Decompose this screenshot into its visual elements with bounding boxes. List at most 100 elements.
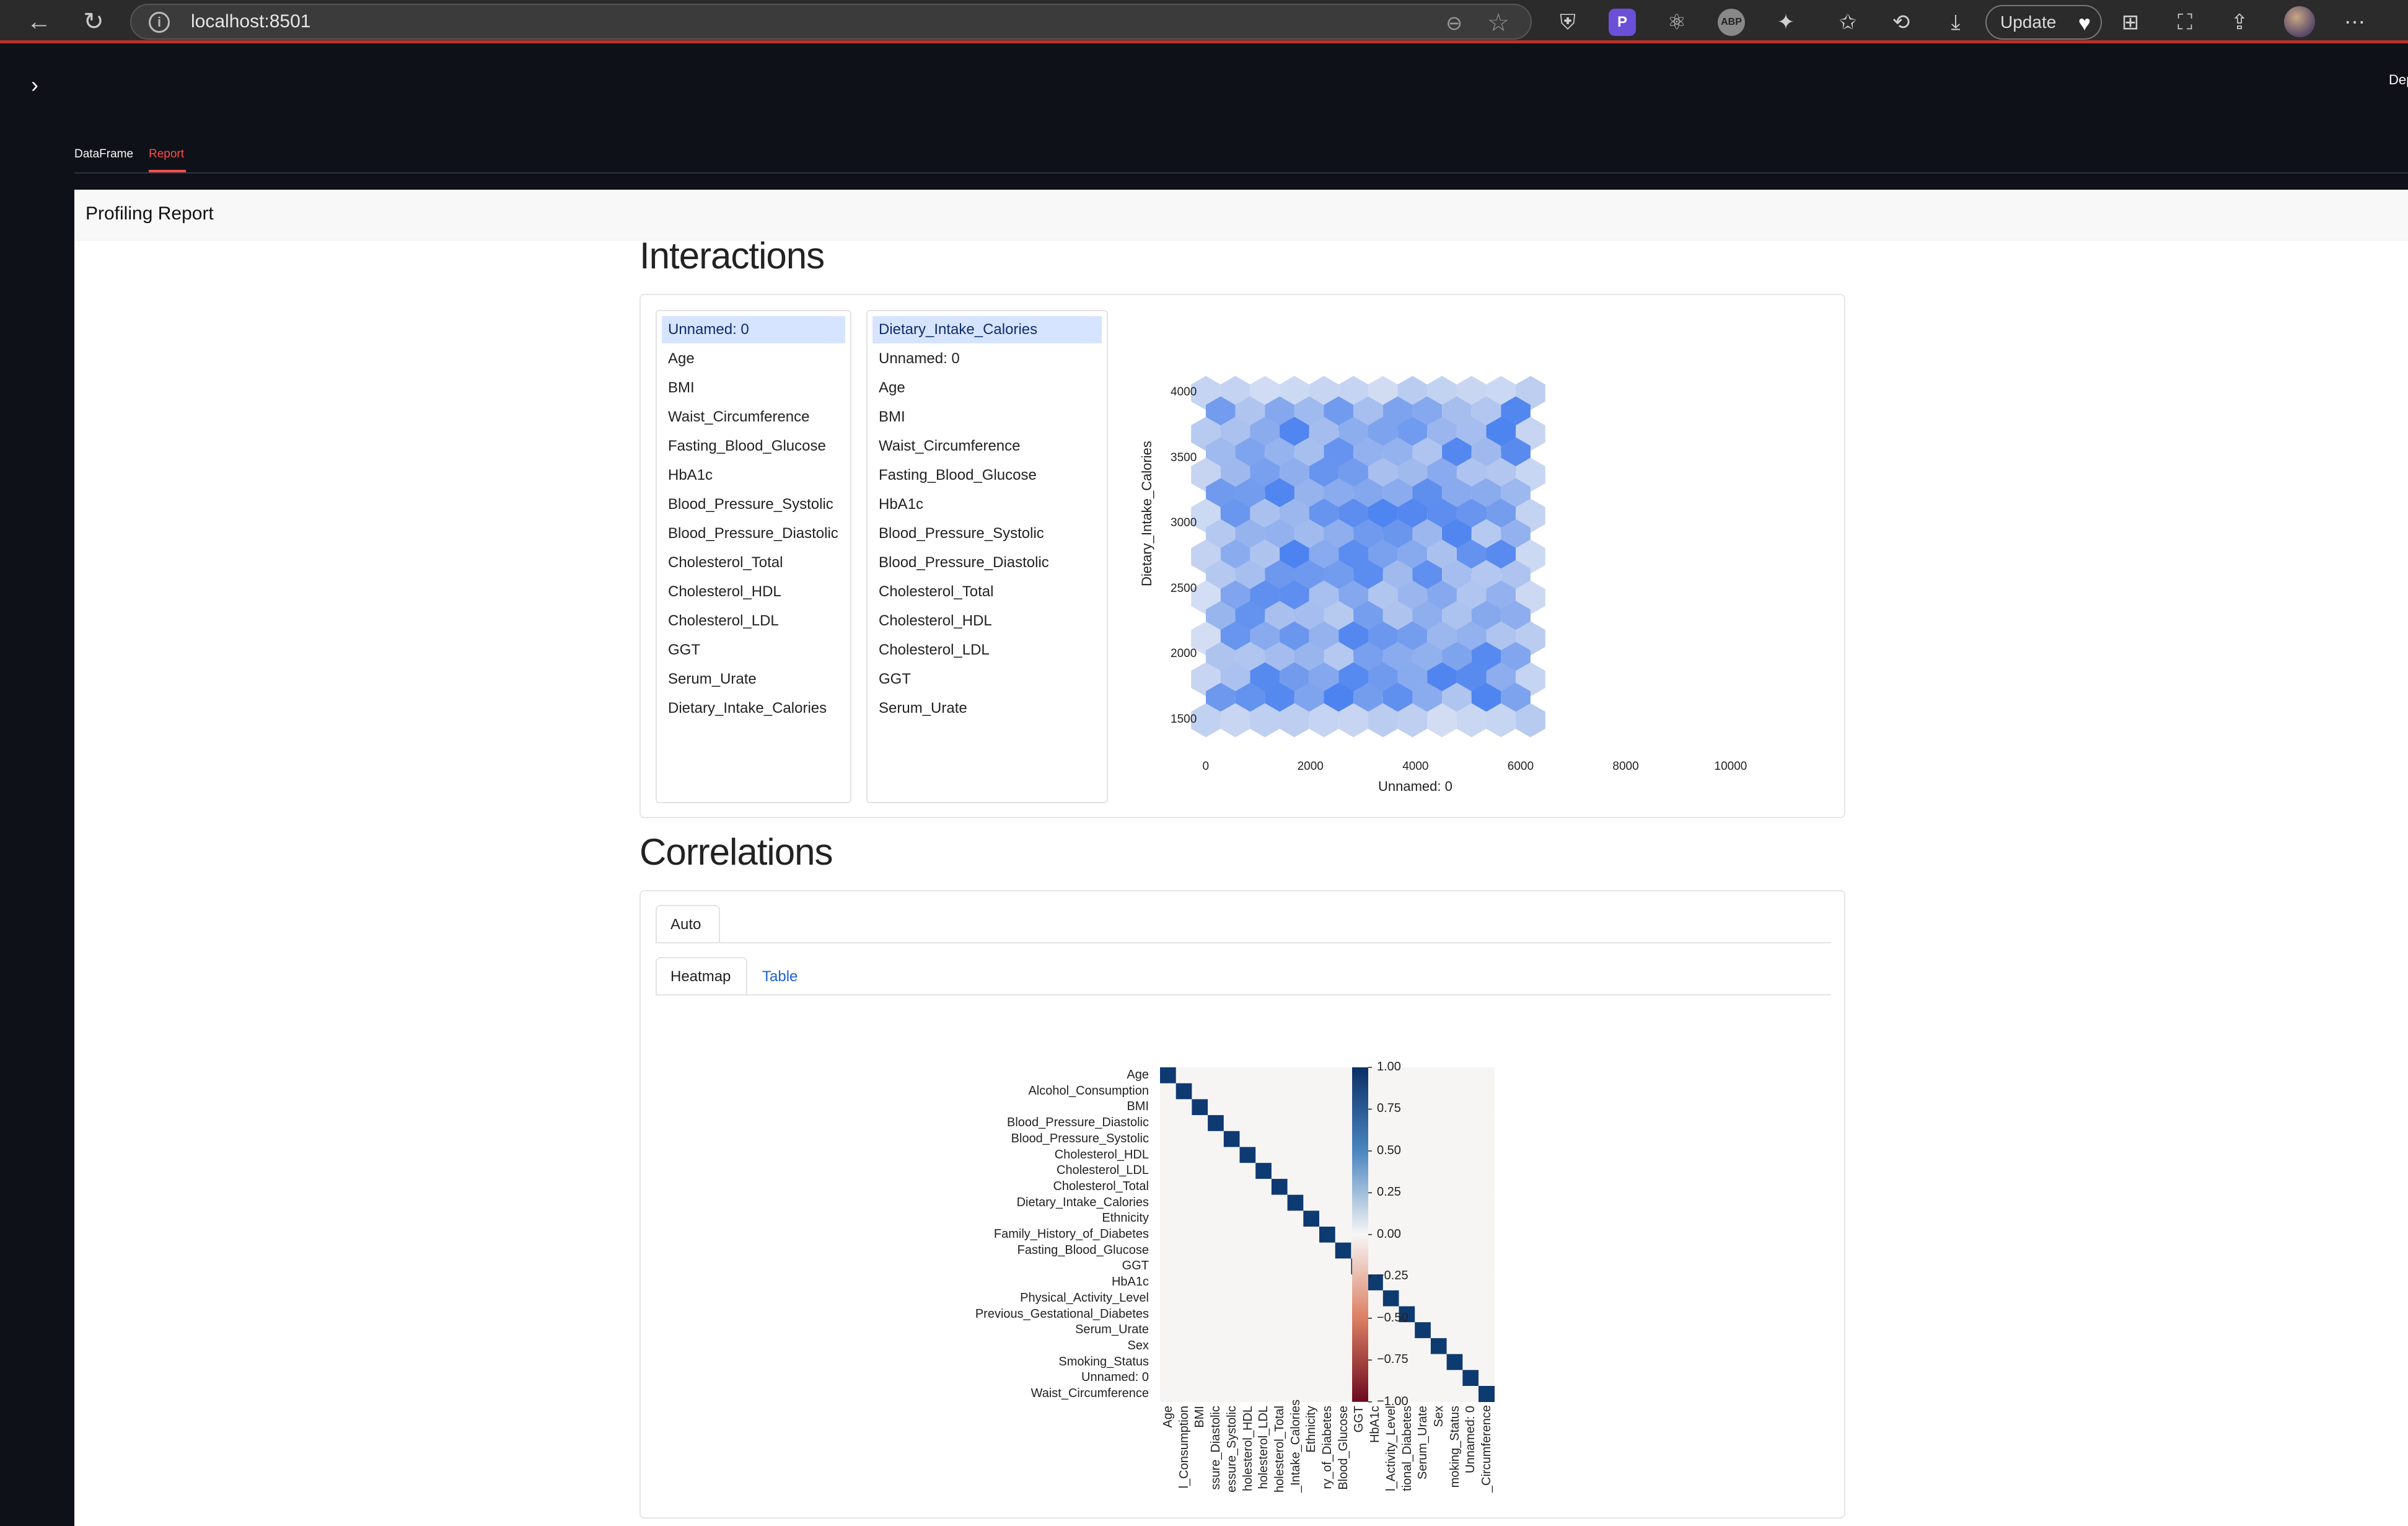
- heatmap-cell: [1479, 1083, 1495, 1100]
- zoom-out-icon[interactable]: ⊖: [1446, 11, 1462, 35]
- x-variable-option[interactable]: BMI: [662, 374, 845, 402]
- x-variable-option[interactable]: GGT: [662, 637, 845, 664]
- x-variable-option[interactable]: Cholesterol_LDL: [662, 607, 845, 635]
- y-variable-option[interactable]: Blood_Pressure_Systolic: [872, 520, 1102, 547]
- p-extension-icon[interactable]: P: [1609, 9, 1636, 36]
- heatmap-cell: [1446, 1194, 1463, 1211]
- x-variable-option[interactable]: Serum_Urate: [662, 666, 845, 693]
- heatmap-cell: [1271, 1178, 1288, 1195]
- heatmap-cell: [1319, 1274, 1335, 1291]
- heatmap-cell: [1319, 1067, 1335, 1083]
- address-bar[interactable]: i localhost:8501 ⊖ ☆: [130, 4, 1532, 40]
- shield-extension-icon[interactable]: ⛨: [1554, 9, 1581, 36]
- heatmap-cell: [1223, 1338, 1240, 1354]
- heatmap-column-label: Unnamed: 0: [1464, 1405, 1478, 1473]
- y-variable-option[interactable]: Unnamed: 0: [872, 345, 1102, 373]
- heatmap-cell: [1160, 1163, 1176, 1180]
- site-info-icon[interactable]: i: [149, 12, 170, 33]
- x-variable-option[interactable]: Blood_Pressure_Systolic: [662, 491, 845, 518]
- heatmap-row-label: Blood_Pressure_Diastolic: [1006, 1116, 1149, 1130]
- y-variable-option[interactable]: GGT: [872, 666, 1102, 693]
- screenshot-icon[interactable]: ⛶: [2171, 9, 2199, 36]
- x-variable-option[interactable]: Waist_Circumference: [662, 404, 845, 431]
- extensions-puzzle-icon[interactable]: ✦: [1772, 9, 1799, 36]
- heatmap-cell: [1175, 1322, 1192, 1339]
- heatmap-cell: [1319, 1115, 1335, 1132]
- colorbar-tick-label: 0.25: [1377, 1185, 1401, 1199]
- x-variable-option[interactable]: Age: [662, 345, 845, 373]
- heatmap-row-label: HbA1c: [1111, 1275, 1149, 1289]
- y-variable-option[interactable]: BMI: [872, 404, 1102, 431]
- sidebar-expand-chevron-icon[interactable]: ›: [31, 72, 38, 98]
- download-icon[interactable]: ⤓: [1942, 9, 1969, 36]
- heatmap-column-label: HbA1c: [1368, 1405, 1382, 1443]
- collections-icon[interactable]: ⊞: [2117, 9, 2144, 36]
- heatmap-cell: [1192, 1338, 1208, 1354]
- y-variable-option[interactable]: Serum_Urate: [872, 695, 1102, 722]
- x-variable-option[interactable]: Blood_Pressure_Diastolic: [662, 520, 845, 547]
- report-brand[interactable]: Profiling Report: [86, 203, 214, 224]
- tab-heatmap[interactable]: Heatmap: [670, 968, 731, 986]
- heatmap-cell: [1303, 1354, 1320, 1370]
- heatmap-cell: [1239, 1131, 1256, 1147]
- hexbin-x-tick: 2000: [1297, 760, 1324, 773]
- react-devtools-icon[interactable]: ⚛: [1663, 9, 1690, 36]
- colorbar-tick-label: −0.25: [1377, 1269, 1408, 1283]
- heatmap-cell: [1255, 1178, 1272, 1195]
- y-variable-option[interactable]: Age: [872, 374, 1102, 402]
- y-variable-option[interactable]: HbA1c: [872, 491, 1102, 518]
- heatmap-cell: [1192, 1147, 1208, 1163]
- share-icon[interactable]: ⇪: [2226, 9, 2253, 36]
- reload-icon[interactable]: ↻: [78, 6, 109, 37]
- heatmap-cell: [1175, 1370, 1192, 1387]
- update-button[interactable]: Update ♥: [1985, 5, 2102, 40]
- y-variable-option[interactable]: Blood_Pressure_Diastolic: [872, 549, 1102, 576]
- tab-auto[interactable]: Auto: [670, 916, 701, 933]
- tab-report[interactable]: Report: [149, 148, 184, 161]
- favorite-star-icon[interactable]: ☆: [1487, 9, 1509, 37]
- x-variable-option[interactable]: Cholesterol_HDL: [662, 578, 845, 606]
- heatmap-cell: [1335, 1131, 1351, 1147]
- x-variable-option[interactable]: Unnamed: 0: [662, 316, 845, 343]
- heatmap-cell: [1430, 1386, 1447, 1402]
- profile-avatar[interactable]: [2284, 6, 2315, 37]
- heatmap-cell: [1446, 1227, 1463, 1243]
- y-variable-option[interactable]: Waist_Circumference: [872, 433, 1102, 460]
- heatmap-cell: [1415, 1147, 1431, 1163]
- y-variable-option[interactable]: Cholesterol_Total: [872, 578, 1102, 606]
- y-variable-list[interactable]: Dietary_Intake_Calories Unnamed: 0 Age BMI W…: [866, 310, 1108, 803]
- y-variable-option[interactable]: Cholesterol_HDL: [872, 607, 1102, 635]
- heatmap-cell: [1319, 1354, 1335, 1370]
- heatmap-cell: [1430, 1147, 1447, 1163]
- heatmap-cell: [1208, 1067, 1224, 1083]
- heatmap-cell: [1271, 1067, 1288, 1083]
- back-arrow-icon[interactable]: ←: [24, 6, 55, 37]
- heatmap-cell: [1319, 1194, 1335, 1211]
- deploy-button[interactable]: Dep: [2389, 72, 2408, 88]
- tab-dataframe[interactable]: DataFrame: [74, 148, 133, 161]
- history-icon[interactable]: ⟲: [1887, 9, 1915, 36]
- x-variable-option[interactable]: Dietary_Intake_Calories: [662, 695, 845, 722]
- y-variable-option[interactable]: Fasting_Blood_Glucose: [872, 462, 1102, 489]
- x-variable-option[interactable]: Cholesterol_Total: [662, 549, 845, 576]
- favorites-icon[interactable]: ✩: [1834, 9, 1861, 36]
- y-variable-option[interactable]: Dietary_Intake_Calories: [872, 316, 1102, 343]
- heatmap-cell: [1223, 1194, 1240, 1211]
- adblock-icon[interactable]: ABP: [1718, 9, 1745, 36]
- heatmap-cell: [1462, 1083, 1479, 1100]
- more-menu-icon[interactable]: ⋯: [2341, 9, 2368, 36]
- heatmap-cell: [1208, 1306, 1224, 1323]
- heatmap-cell: [1430, 1354, 1447, 1370]
- x-variable-option[interactable]: Fasting_Blood_Glucose: [662, 433, 845, 460]
- heatmap-row-label: Family_History_of_Diabetes: [993, 1227, 1149, 1241]
- hexbin-y-tick: 2000: [1171, 647, 1197, 661]
- x-variable-list[interactable]: Unnamed: 0 Age BMI Waist_Circumference Fasti…: [656, 310, 851, 803]
- heatmap-cell: [1399, 1115, 1415, 1132]
- heatmap-cell: [1160, 1274, 1176, 1291]
- heatmap-cell: [1239, 1290, 1256, 1307]
- y-variable-option[interactable]: Cholesterol_LDL: [872, 637, 1102, 664]
- heatmap-cell: [1462, 1163, 1479, 1180]
- heatmap-cell: [1160, 1099, 1176, 1116]
- tab-table[interactable]: Table: [762, 968, 798, 986]
- x-variable-option[interactable]: HbA1c: [662, 462, 845, 489]
